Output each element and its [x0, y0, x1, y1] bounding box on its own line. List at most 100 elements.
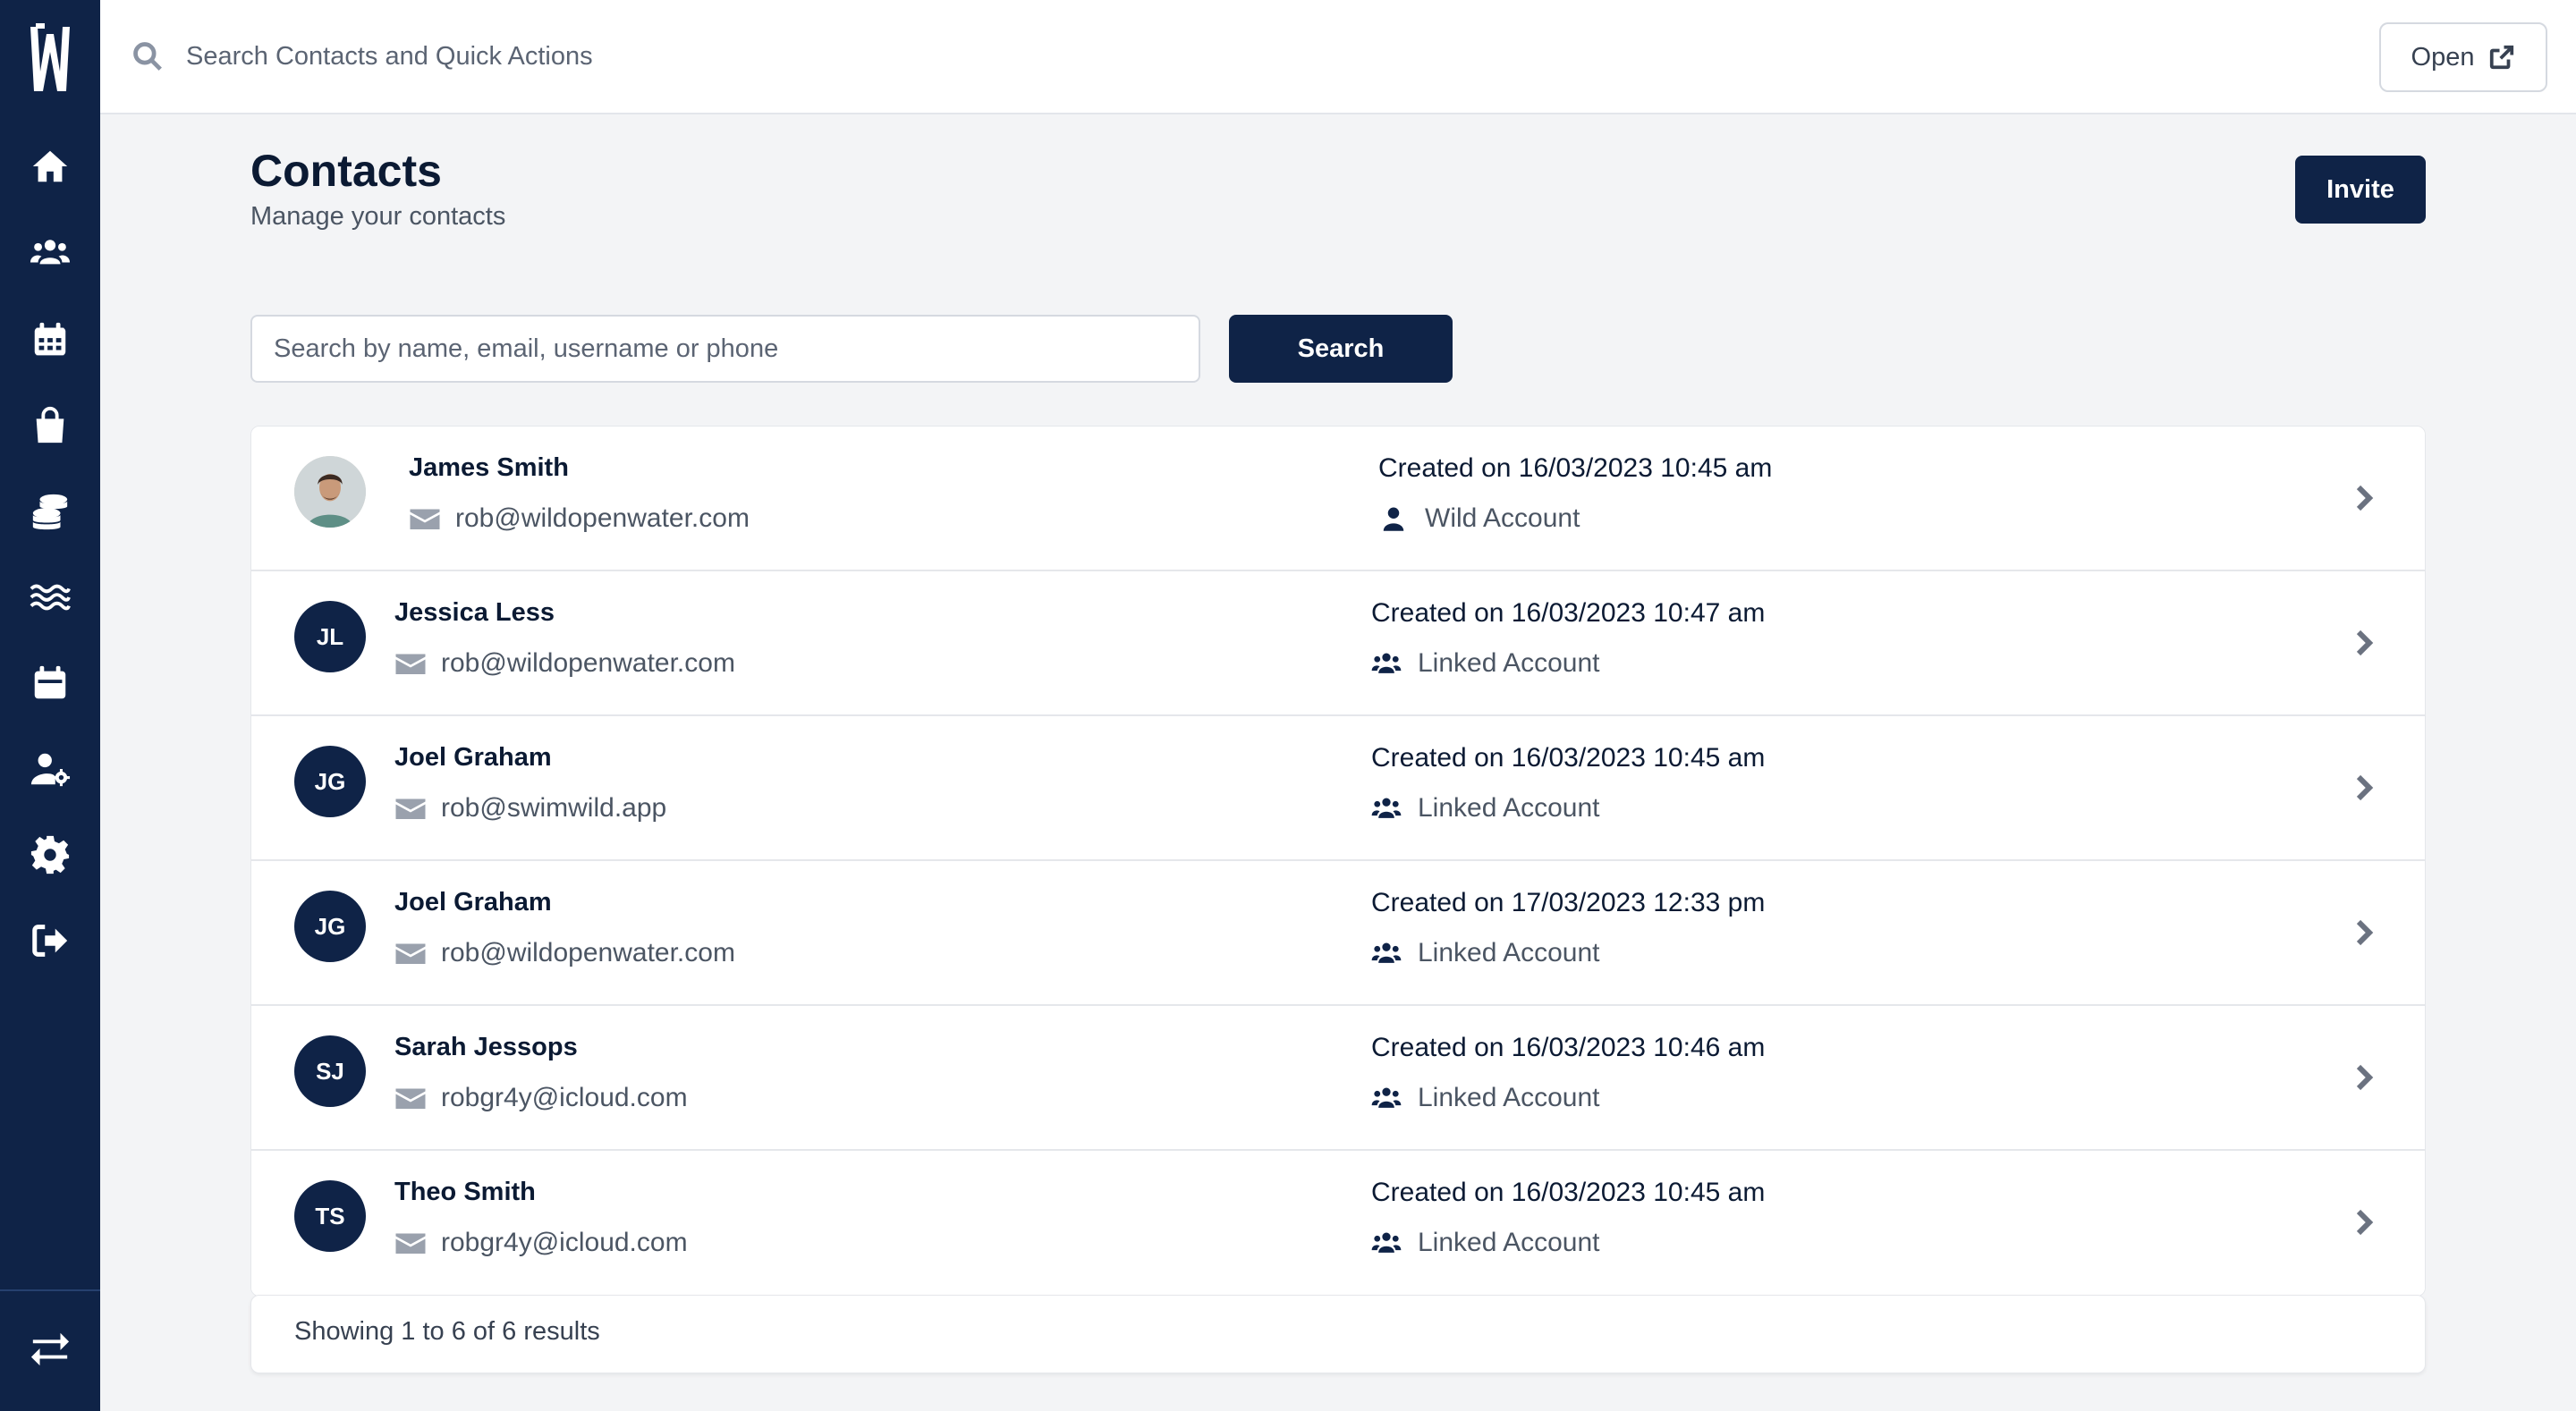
- account-type-label: Linked Account: [1418, 938, 1600, 967]
- contact-row[interactable]: James Smith rob@wildopenwater.com Create…: [251, 427, 2425, 571]
- nav-payments[interactable]: [25, 486, 75, 537]
- contact-account-type: Linked Account: [1371, 793, 1599, 824]
- nav-shop[interactable]: [25, 401, 75, 451]
- gear-icon: [30, 835, 70, 874]
- contact-created-date: Created on 16/03/2023 10:45 am: [1371, 743, 1766, 773]
- contact-email: robgr4y@icloud.com: [394, 1228, 688, 1258]
- contact-email-text: rob@wildopenwater.com: [441, 938, 735, 967]
- contact-account-type: Wild Account: [1378, 503, 1580, 534]
- contact-name: Sarah Jessops: [394, 1033, 578, 1061]
- chevron-right-icon: [2350, 1061, 2378, 1094]
- coins-icon: [32, 494, 68, 530]
- contact-row[interactable]: JG Joel Graham rob@wildopenwater.com Cre…: [251, 861, 2425, 1006]
- users-icon: [1371, 798, 1402, 818]
- contact-email-text: rob@wildopenwater.com: [441, 648, 735, 678]
- envelope-icon: [395, 798, 426, 819]
- envelope-icon: [395, 1088, 426, 1109]
- nav-user-settings[interactable]: [25, 744, 75, 794]
- chevron-right-icon: [2350, 1206, 2378, 1238]
- nav-home[interactable]: [25, 141, 75, 191]
- contact-created-date: Created on 16/03/2023 10:45 am: [1378, 453, 1773, 483]
- w-logo-icon: [30, 23, 70, 91]
- account-type-label: Linked Account: [1418, 1083, 1600, 1112]
- pagination-footer: Showing 1 to 6 of 6 results: [250, 1295, 2426, 1373]
- contact-created-date: Created on 16/03/2023 10:45 am: [1371, 1178, 1766, 1207]
- top-bar: Open: [100, 0, 2576, 114]
- envelope-icon: [395, 943, 426, 964]
- contact-name: Jessica Less: [394, 598, 555, 627]
- avatar-photo: [294, 456, 366, 528]
- page-title: Contacts: [250, 146, 442, 196]
- contact-name: Joel Graham: [394, 888, 552, 917]
- envelope-icon: [410, 509, 440, 529]
- people-icon: [30, 240, 71, 265]
- user-settings-icon: [30, 753, 71, 787]
- open-button[interactable]: Open: [2379, 22, 2547, 92]
- nav-events[interactable]: [25, 658, 75, 708]
- app-logo[interactable]: [25, 21, 75, 97]
- avatar: JG: [294, 891, 366, 962]
- contact-row[interactable]: JG Joel Graham rob@swimwild.app Created …: [251, 716, 2425, 861]
- contact-row[interactable]: SJ Sarah Jessops robgr4y@icloud.com Crea…: [251, 1006, 2425, 1151]
- contact-created-date: Created on 16/03/2023 10:47 am: [1371, 598, 1766, 628]
- envelope-icon: [395, 654, 426, 674]
- contact-row[interactable]: TS Theo Smith robgr4y@icloud.com Created…: [251, 1151, 2425, 1296]
- contact-email: robgr4y@icloud.com: [394, 1083, 688, 1113]
- shopping-bag-icon: [36, 406, 64, 444]
- users-icon: [1371, 653, 1402, 673]
- search-button[interactable]: Search: [1229, 315, 1453, 383]
- contact-email: rob@wildopenwater.com: [409, 503, 750, 534]
- search-icon: [131, 39, 165, 73]
- nav-switch[interactable]: [25, 1323, 75, 1373]
- avatar: JL: [294, 601, 366, 672]
- water-icon: [30, 584, 71, 611]
- results-count: Showing 1 to 6 of 6 results: [294, 1317, 600, 1346]
- nav-calendar[interactable]: [25, 315, 75, 365]
- chevron-right-icon: [2350, 917, 2378, 949]
- nav-settings[interactable]: [25, 830, 75, 880]
- account-type-label: Wild Account: [1425, 503, 1580, 533]
- contact-email: rob@wildopenwater.com: [394, 648, 735, 679]
- account-type-label: Linked Account: [1418, 1228, 1600, 1257]
- contact-name: James Smith: [409, 453, 569, 482]
- home-icon: [32, 150, 68, 182]
- contact-list: James Smith rob@wildopenwater.com Create…: [250, 426, 2426, 1297]
- contact-created-date: Created on 17/03/2023 12:33 pm: [1371, 888, 1766, 917]
- logout-icon: [32, 925, 68, 957]
- external-link-icon: [2490, 45, 2514, 70]
- nav-water[interactable]: [25, 572, 75, 622]
- chevron-right-icon: [2350, 482, 2378, 514]
- open-button-label: Open: [2411, 42, 2475, 72]
- contact-email: rob@wildopenwater.com: [394, 938, 735, 968]
- contact-email: rob@swimwild.app: [394, 793, 666, 824]
- calendar-event-icon: [34, 665, 66, 699]
- contact-created-date: Created on 16/03/2023 10:46 am: [1371, 1033, 1766, 1062]
- quick-search-input[interactable]: [186, 32, 1080, 80]
- users-icon: [1371, 1087, 1402, 1108]
- nav-contacts[interactable]: [25, 227, 75, 277]
- contact-account-type: Linked Account: [1371, 938, 1599, 968]
- sidebar: [0, 0, 100, 1411]
- users-icon: [1371, 1232, 1402, 1253]
- contact-email-text: rob@wildopenwater.com: [455, 503, 750, 533]
- avatar: TS: [294, 1180, 366, 1252]
- nav-logout[interactable]: [25, 916, 75, 966]
- contact-row[interactable]: JL Jessica Less rob@wildopenwater.com Cr…: [251, 571, 2425, 716]
- account-type-label: Linked Account: [1418, 793, 1600, 823]
- invite-button[interactable]: Invite: [2295, 156, 2426, 224]
- contact-account-type: Linked Account: [1371, 1083, 1599, 1113]
- contact-email-text: robgr4y@icloud.com: [441, 1228, 688, 1257]
- avatar: JG: [294, 746, 366, 817]
- contact-account-type: Linked Account: [1371, 1228, 1599, 1258]
- chevron-right-icon: [2350, 772, 2378, 804]
- avatar: SJ: [294, 1035, 366, 1107]
- contact-name: Joel Graham: [394, 743, 552, 772]
- sidebar-divider: [0, 1289, 100, 1291]
- switch-icon: [30, 1332, 70, 1366]
- user-icon: [1383, 507, 1404, 531]
- page-subtitle: Manage your contacts: [250, 202, 506, 231]
- contact-search-input[interactable]: [250, 315, 1200, 383]
- avatar: [294, 456, 366, 528]
- users-icon: [1371, 942, 1402, 963]
- chevron-right-icon: [2350, 627, 2378, 659]
